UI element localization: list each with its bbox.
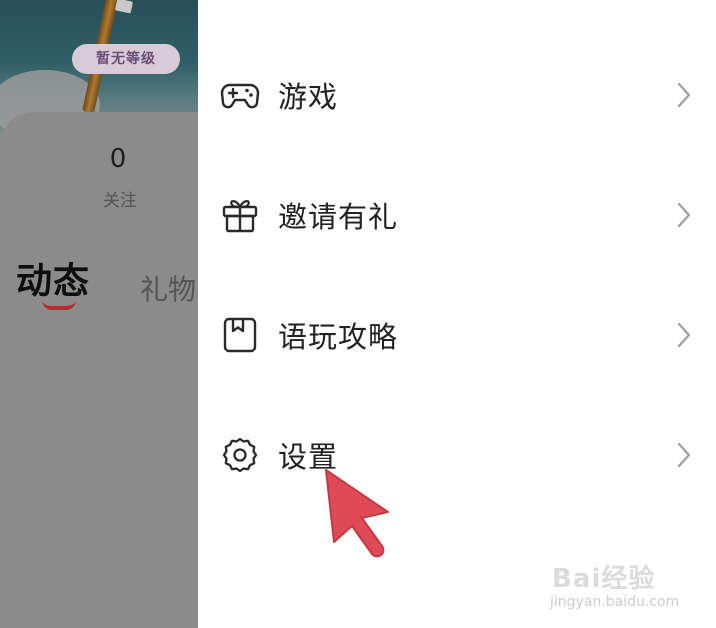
menu-item-guide[interactable]: 语玩攻略 bbox=[198, 300, 716, 370]
tab-dynamic[interactable]: 动态 bbox=[16, 252, 90, 304]
profile-page-dimmed[interactable]: 暂无等级 0 关注 动态 礼物 bbox=[0, 0, 198, 628]
menu-item-settings[interactable]: 设置 bbox=[198, 420, 716, 490]
follow-label[interactable]: 关注 bbox=[98, 186, 142, 211]
watermark-url: jingyan.baidu.com bbox=[550, 594, 680, 610]
gift-icon bbox=[220, 195, 260, 235]
menu-item-label: 语玩攻略 bbox=[278, 320, 399, 354]
gear-icon bbox=[220, 435, 260, 475]
banner-decoration-tip bbox=[114, 0, 134, 14]
active-tab-underline bbox=[42, 300, 76, 310]
chevron-right-icon bbox=[672, 200, 696, 230]
tab-gift[interactable]: 礼物 bbox=[140, 268, 196, 308]
menu-item-games[interactable]: 游戏 bbox=[198, 60, 716, 130]
red-arrow-icon bbox=[325, 469, 389, 558]
side-drawer-menu: 游戏 邀请有礼 语玩攻略 设置 bbox=[198, 0, 716, 628]
level-badge: 暂无等级 bbox=[72, 44, 180, 74]
baidu-jingyan-watermark: Bai经验 jingyan.baidu.com bbox=[546, 552, 696, 616]
gamepad-icon bbox=[220, 75, 260, 115]
guide-book-icon bbox=[220, 315, 260, 355]
watermark-brand: Bai经验 bbox=[552, 564, 656, 594]
chevron-right-icon bbox=[672, 440, 696, 470]
chevron-right-icon bbox=[672, 80, 696, 110]
menu-item-label: 邀请有礼 bbox=[278, 200, 399, 234]
menu-item-label: 游戏 bbox=[278, 80, 339, 114]
menu-item-invite-gift[interactable]: 邀请有礼 bbox=[198, 180, 716, 250]
chevron-right-icon bbox=[672, 320, 696, 350]
follow-count[interactable]: 0 bbox=[104, 144, 132, 174]
